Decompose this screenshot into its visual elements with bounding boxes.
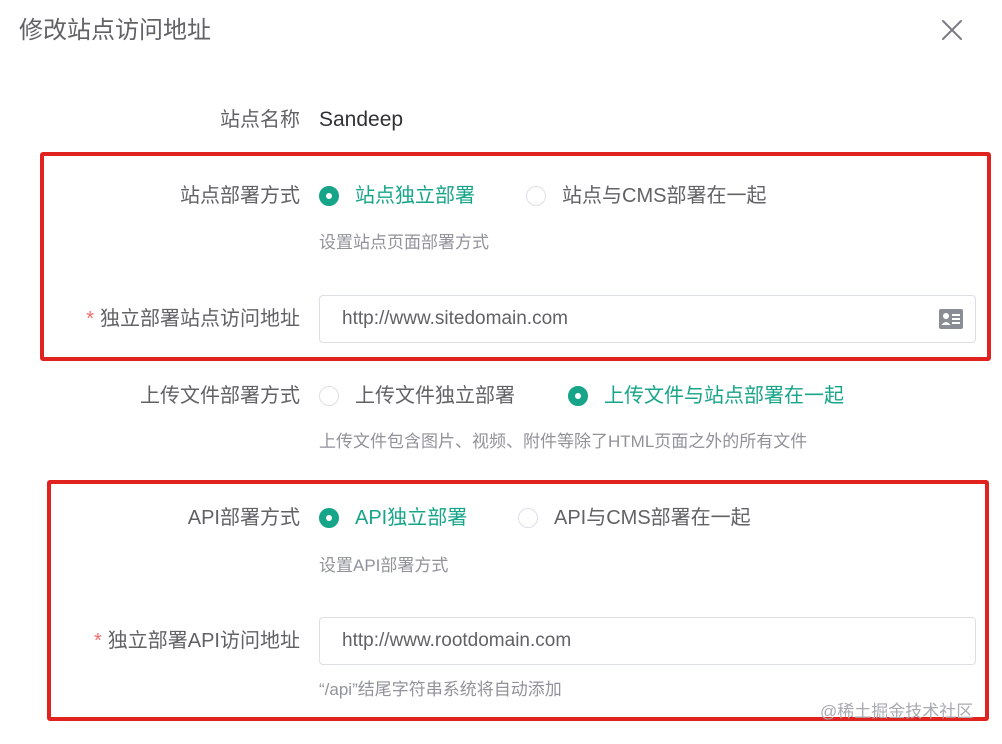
api-url-label-text: 独立部署API访问地址: [107, 630, 300, 652]
site-deploy-label: 站点部署方式: [180, 185, 300, 207]
site-name-value: Sandeep: [319, 108, 404, 131]
radio-api-standalone[interactable]: API独立部署: [319, 503, 467, 533]
api-url-label: * 独立部署API访问地址: [0, 626, 300, 656]
radio-site-with-cms[interactable]: 站点与CMS部署在一起: [526, 181, 766, 211]
watermark: @稀土掘金技术社区: [820, 702, 974, 721]
close-icon: [942, 20, 962, 40]
radio-label: 站点独立部署: [355, 185, 475, 207]
radio-site-standalone[interactable]: 站点独立部署: [319, 181, 475, 211]
site-deploy-hint: 设置站点页面部署方式: [319, 233, 489, 252]
contact-card-icon[interactable]: [938, 308, 964, 330]
required-mark: *: [93, 630, 102, 652]
radio-label: 站点与CMS部署在一起: [562, 185, 767, 207]
api-deploy-label: API部署方式: [187, 507, 300, 529]
site-url-label: * 独立部署站点访问地址: [0, 304, 300, 334]
radio-dot: [518, 508, 538, 528]
radio-dot: [319, 508, 339, 528]
site-url-input[interactable]: http://www.sitedomain.com: [319, 295, 976, 343]
radio-api-with-cms[interactable]: API与CMS部署在一起: [518, 503, 751, 533]
radio-dot: [319, 186, 339, 206]
radio-dot: [319, 386, 339, 406]
site-url-label-text: 独立部署站点访问地址: [100, 308, 300, 330]
radio-label: 上传文件与站点部署在一起: [604, 385, 844, 407]
dialog-title: 修改站点访问地址: [19, 17, 211, 44]
upload-deploy-hint: 上传文件包含图片、视频、附件等除了HTML页面之外的所有文件: [319, 432, 808, 451]
radio-label: 上传文件独立部署: [355, 385, 515, 407]
api-url-hint: “/api”结尾字符串系统将自动添加: [319, 680, 562, 699]
radio-dot: [568, 386, 588, 406]
api-deploy-hint: 设置API部署方式: [319, 556, 449, 575]
radio-upload-with-site[interactable]: 上传文件与站点部署在一起: [568, 381, 844, 411]
close-button[interactable]: [936, 14, 968, 46]
radio-dot: [526, 186, 546, 206]
radio-label: API与CMS部署在一起: [554, 507, 751, 529]
radio-label: API独立部署: [355, 507, 468, 529]
site-name-label: 站点名称: [220, 109, 300, 131]
upload-deploy-label: 上传文件部署方式: [140, 385, 300, 407]
required-mark: *: [86, 308, 94, 330]
api-url-input[interactable]: http://www.rootdomain.com: [319, 617, 976, 665]
radio-upload-standalone[interactable]: 上传文件独立部署: [319, 381, 515, 411]
